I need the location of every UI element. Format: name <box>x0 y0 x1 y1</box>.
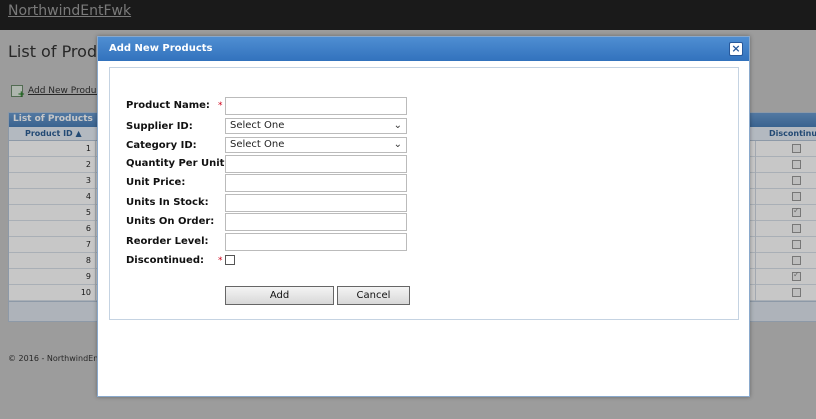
field-row-category-id: Category ID: Select One ⌄ <box>126 137 426 155</box>
field-row-units-in-stock: Units In Stock: <box>126 194 426 212</box>
discontinued-label: Discontinued: <box>126 255 204 266</box>
quantity-per-unit-input[interactable] <box>225 155 407 173</box>
dialog-form: Product Name: * Supplier ID: Select One … <box>109 67 739 320</box>
reorder-level-input[interactable] <box>225 233 407 251</box>
required-marker: * <box>218 101 223 111</box>
field-row-supplier-id: Supplier ID: Select One ⌄ <box>126 118 426 136</box>
close-icon[interactable]: × <box>729 42 743 56</box>
reorder-level-label: Reorder Level: <box>126 236 209 247</box>
field-row-product-name: Product Name: * <box>126 97 426 115</box>
quantity-per-unit-label: Quantity Per Unit: <box>126 158 229 169</box>
supplier-id-selected: Select One <box>230 120 285 131</box>
category-id-selected: Select One <box>230 139 285 150</box>
required-marker: * <box>218 256 223 266</box>
field-row-quantity-per-unit: Quantity Per Unit: <box>126 155 426 173</box>
field-row-reorder-level: Reorder Level: <box>126 233 426 251</box>
field-row-discontinued: Discontinued: * <box>126 252 426 270</box>
chevron-down-icon: ⌄ <box>393 120 402 131</box>
units-in-stock-label: Units In Stock: <box>126 197 209 208</box>
field-row-units-on-order: Units On Order: <box>126 213 426 231</box>
unit-price-label: Unit Price: <box>126 177 186 188</box>
cancel-button[interactable]: Cancel <box>337 286 410 305</box>
product-name-label: Product Name: <box>126 100 210 111</box>
add-new-products-dialog: Add New Products × Product Name: * Suppl… <box>97 36 750 397</box>
dialog-title: Add New Products <box>109 43 213 54</box>
supplier-id-label: Supplier ID: <box>126 121 193 132</box>
unit-price-input[interactable] <box>225 174 407 192</box>
category-id-select[interactable]: Select One ⌄ <box>225 137 407 153</box>
discontinued-checkbox[interactable] <box>225 255 235 265</box>
product-name-input[interactable] <box>225 97 407 115</box>
units-on-order-input[interactable] <box>225 213 407 231</box>
chevron-down-icon: ⌄ <box>393 139 402 150</box>
units-in-stock-input[interactable] <box>225 194 407 212</box>
units-on-order-label: Units On Order: <box>126 216 215 227</box>
add-button[interactable]: Add <box>225 286 334 305</box>
dialog-titlebar[interactable]: Add New Products × <box>98 37 749 61</box>
category-id-label: Category ID: <box>126 140 197 151</box>
field-row-unit-price: Unit Price: <box>126 174 426 192</box>
supplier-id-select[interactable]: Select One ⌄ <box>225 118 407 134</box>
